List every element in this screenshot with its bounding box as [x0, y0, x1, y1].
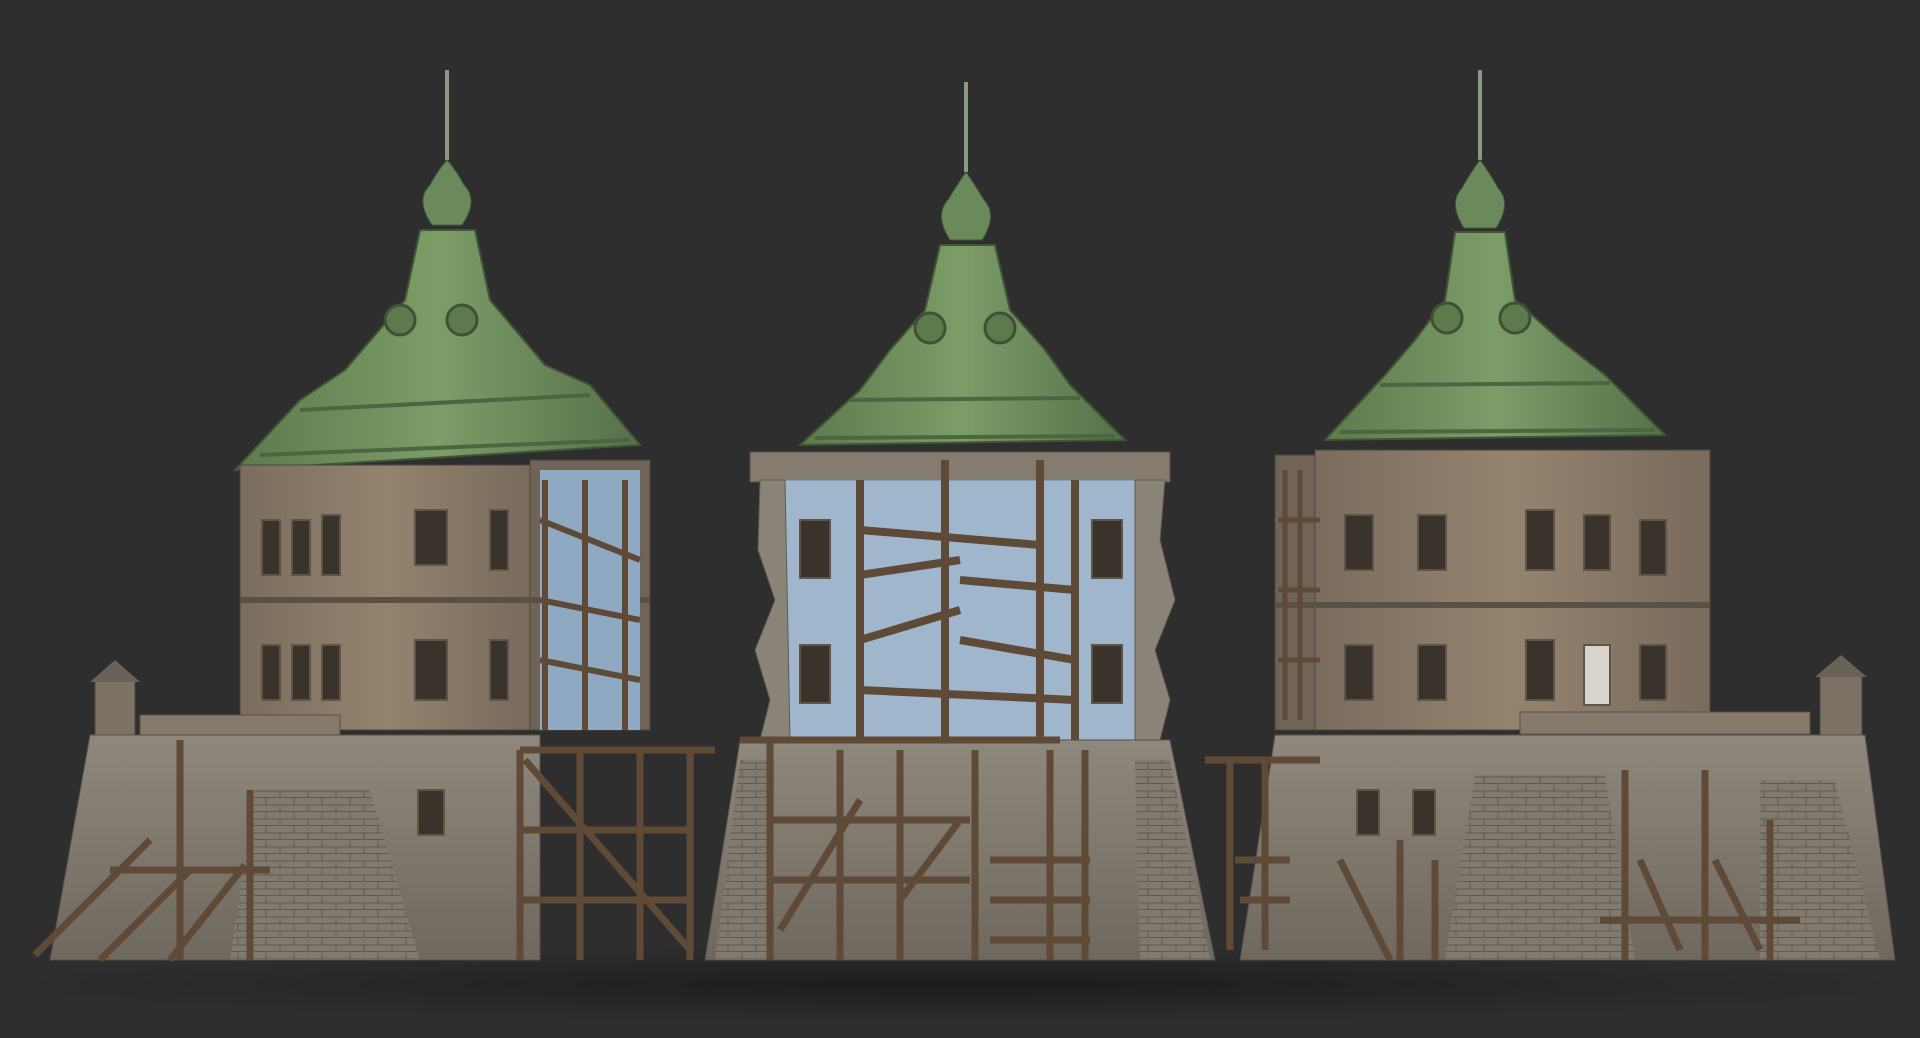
lantern — [94, 679, 136, 736]
balustrade — [1519, 711, 1811, 735]
oculus — [983, 311, 1017, 345]
finial — [1455, 159, 1505, 229]
scene-svg — [0, 70, 1920, 1023]
roof — [232, 229, 643, 472]
oculus — [1498, 301, 1532, 335]
stone-buttress — [1135, 760, 1210, 960]
render-viewport — [0, 0, 1920, 1038]
lantern-roof — [1815, 655, 1867, 677]
roof — [797, 244, 1128, 447]
oculus — [913, 311, 947, 345]
finial — [422, 159, 472, 226]
balustrade — [139, 714, 341, 738]
roof — [1322, 231, 1668, 442]
building-right — [1205, 70, 1896, 962]
finial — [941, 171, 991, 241]
lantern — [1819, 674, 1863, 736]
oculus — [383, 303, 417, 337]
lantern-roof — [90, 660, 140, 682]
building-center — [704, 82, 1216, 961]
cornice-frame — [749, 451, 1171, 483]
base-window — [1356, 789, 1380, 836]
oculus — [445, 303, 479, 337]
building-left — [32, 70, 715, 963]
stone-buttress — [1445, 775, 1635, 960]
base-window — [1412, 789, 1436, 836]
base-window — [417, 789, 445, 836]
oculus — [1430, 301, 1464, 335]
rubble-edge — [1134, 479, 1176, 741]
rubble-edge — [754, 479, 791, 741]
